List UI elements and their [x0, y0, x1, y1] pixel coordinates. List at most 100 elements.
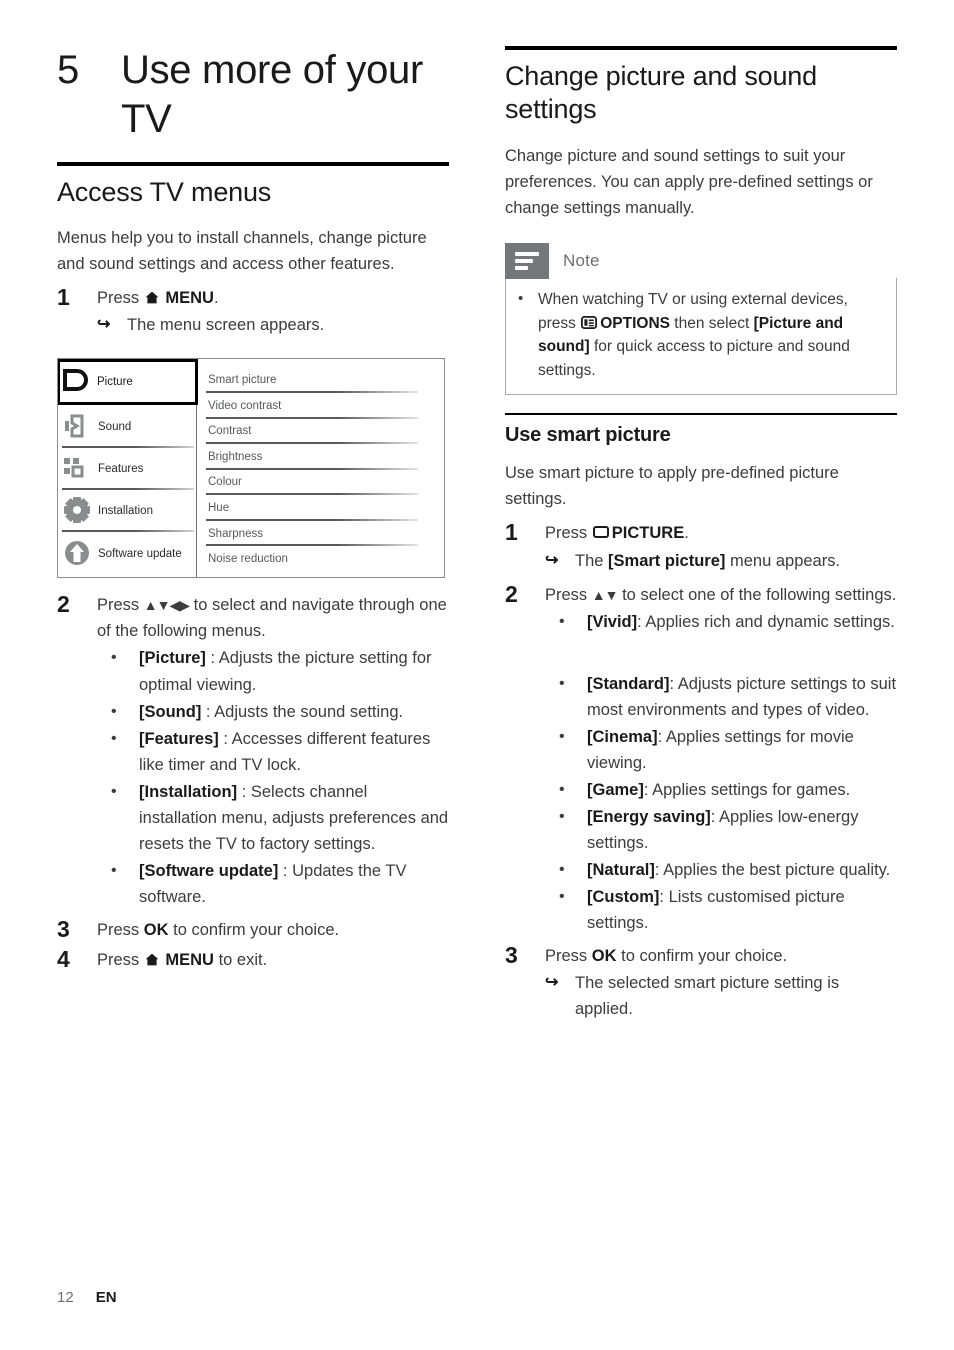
bullet-text: [Installation] : Selects channel install… — [139, 779, 449, 857]
list-item: • [Software update] : Updates the TV sof… — [97, 858, 449, 910]
bullet-marker: • — [111, 729, 117, 747]
column-break-gap — [545, 636, 897, 670]
key-menu: MENU — [165, 951, 214, 970]
note-text-part2: then select — [674, 314, 750, 332]
bullet-text: [Game]: Applies settings for games. — [587, 777, 897, 803]
options-icon — [581, 315, 598, 329]
updown-arrows-icon: ▲▼ — [591, 586, 619, 603]
step-body: Press MENU to exit. — [97, 947, 449, 973]
bullet-term: [Software update] — [139, 861, 279, 880]
chapter-title: Use more of your TV — [121, 48, 423, 141]
tv-menu-categories: Picture Sound Features Installation Soft… — [58, 359, 198, 578]
step-text: Press PICTURE. — [545, 520, 897, 546]
step-body: Press OK to confirm your choice. — [97, 917, 449, 943]
bullet-marker: • — [559, 888, 565, 906]
key-ok: OK — [143, 921, 169, 940]
chapter-heading: 5 Use more of your TV — [57, 46, 449, 144]
chapter-number: 5 — [57, 48, 79, 92]
bullet-marker: • — [111, 649, 117, 667]
note-header: Note — [505, 243, 897, 280]
bullet-text: [Software update] : Updates the TV softw… — [139, 858, 449, 910]
tv-menu-item[interactable]: Noise reduction — [198, 546, 444, 572]
manual-page: 5 Use more of your TV Access TV menus Me… — [0, 0, 954, 1350]
bullet-term: [Energy saving] — [587, 808, 711, 826]
key-menu: MENU — [165, 289, 214, 308]
step-text-after: . — [684, 524, 689, 543]
step-4: 4 Press MENU to exit. — [57, 946, 449, 973]
tv-menu-item[interactable]: Hue — [198, 495, 444, 521]
tv-menu-item[interactable]: Brightness — [198, 444, 444, 470]
tv-menu-item-label: Noise reduction — [208, 553, 288, 566]
tv-menu-category-label: Installation — [98, 505, 153, 518]
step-text: Press ▲▼◀▶ to select and navigate throug… — [97, 592, 449, 644]
bullet-marker: • — [559, 612, 565, 630]
bullet-marker: • — [111, 782, 117, 800]
bullet-term: [Picture] — [139, 649, 206, 668]
step-text: Press ▲▼ to select one of the following … — [545, 582, 897, 608]
tv-menu-category-features[interactable]: Features — [58, 448, 196, 491]
tv-menu-category-sound[interactable]: Sound — [58, 405, 196, 448]
note-list-item: • When watching TV or using external dev… — [518, 288, 884, 382]
tv-menu-item-label: Hue — [208, 502, 230, 515]
bullet-term: [Features] — [139, 729, 219, 748]
home-icon — [145, 291, 159, 304]
result-arrow-icon: ↪ — [545, 974, 559, 992]
features-blocks-icon — [64, 455, 98, 483]
tv-menu-item-label: Sharpness — [208, 527, 263, 540]
bullet-term: [Installation] — [139, 782, 238, 801]
step-text-before: Press — [97, 921, 140, 940]
page-number: 12 — [57, 1289, 74, 1306]
note-body: • When watching TV or using external dev… — [505, 278, 897, 396]
step-3: 3 Press OK to confirm your choice. — [57, 916, 449, 943]
section-title-access-tv-menus: Access TV menus — [57, 176, 272, 207]
bullet-list-group-2: • [Standard]: Adjusts picture settings t… — [545, 671, 897, 937]
tv-menu-item[interactable]: Smart picture — [198, 367, 444, 393]
tv-menu-category-picture[interactable]: Picture — [58, 359, 198, 406]
list-item: • [Standard]: Adjusts picture settings t… — [545, 671, 897, 723]
note-lines-icon — [505, 243, 549, 280]
bullet-text: [Energy saving]: Applies low-energy sett… — [587, 804, 897, 856]
key-picture: PICTURE — [611, 524, 685, 543]
left-column: 5 Use more of your TV Access TV menus Me… — [57, 46, 449, 975]
bullet-text: [Custom]: Lists customised picture setti… — [587, 884, 897, 936]
step-text-after: to exit. — [218, 951, 268, 970]
tv-menu-category-installation[interactable]: Installation — [58, 490, 196, 533]
step-text-after: to confirm your choice. — [173, 921, 340, 940]
tv-menu-category-label: Sound — [98, 420, 132, 433]
step-text: Press MENU to exit. — [97, 947, 449, 973]
step-text: Press MENU. — [97, 285, 449, 311]
tv-menu-item[interactable]: Sharpness — [198, 521, 444, 547]
step-text-before: Press — [97, 951, 140, 970]
tv-menu-category-software-update[interactable]: Software update — [58, 532, 196, 574]
step-text-after: . — [213, 289, 219, 308]
bullet-desc: : Applies settings for games. — [643, 780, 851, 799]
tv-menu-item[interactable]: Colour — [198, 470, 444, 496]
step-number: 1 — [505, 519, 518, 546]
step-result: ↪ The selected smart picture setting is … — [545, 970, 897, 1022]
step-1: 1 Press PICTURE. ↪ The [Smart picture] m… — [505, 520, 897, 573]
list-item: • [Natural]: Applies the best picture qu… — [545, 857, 897, 883]
bullet-desc: : Applies rich and dynamic settings. — [637, 612, 895, 631]
step-body: Press PICTURE. ↪ The [Smart picture] men… — [545, 520, 897, 573]
tv-menu-item[interactable]: Contrast — [198, 419, 444, 445]
bullet-list-group-1: • [Vivid]: Applies rich and dynamic sett… — [545, 609, 897, 635]
step-text: Press OK to confirm your choice. — [97, 917, 449, 943]
bullet-term: [Standard] — [587, 674, 670, 693]
home-icon — [145, 953, 159, 966]
list-item: • [Cinema]: Applies settings for movie v… — [545, 724, 897, 776]
bullet-marker: • — [111, 861, 117, 879]
bullet-term: [Natural] — [587, 861, 655, 880]
step-2: 2 Press ▲▼◀▶ to select and navigate thro… — [57, 591, 449, 911]
key-options: OPTIONS — [600, 314, 670, 332]
sub-intro-paragraph: Use smart picture to apply pre-defined p… — [505, 464, 839, 509]
bullet-text: [Sound] : Adjusts the sound setting. — [139, 699, 449, 725]
intro-paragraph: Change picture and sound settings to sui… — [505, 146, 873, 218]
list-item: • [Installation] : Selects channel insta… — [97, 779, 449, 857]
tv-menu-item[interactable]: Video contrast — [198, 393, 444, 419]
tv-menu-category-label: Picture — [97, 376, 133, 389]
tv-menu-category-label: Features — [98, 462, 144, 475]
bullet-term: [Cinema] — [587, 727, 658, 746]
tv-menu-screenshot: Picture Sound Features Installation Soft… — [57, 358, 445, 579]
section-rule — [505, 46, 897, 50]
right-column: Change picture and sound settings Change… — [505, 46, 897, 1025]
